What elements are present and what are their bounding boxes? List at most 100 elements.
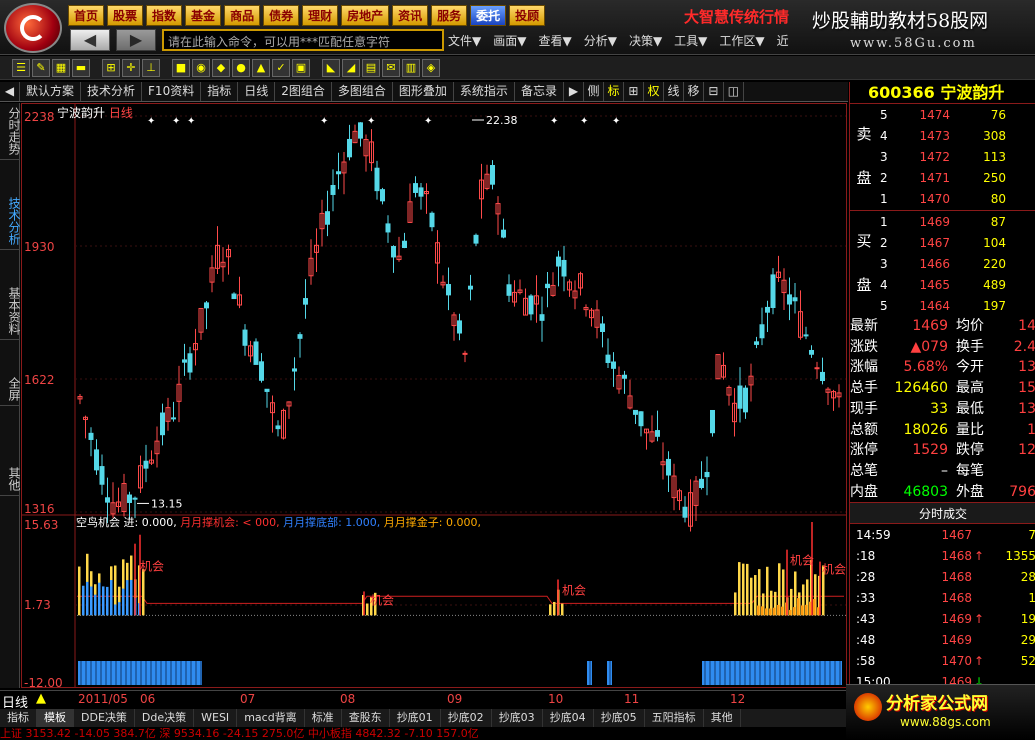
bottom-tab-2[interactable]: DDE决策 [74, 709, 135, 727]
toolbar-tool-icon[interactable]: ◆ [212, 59, 230, 77]
nav-button-8[interactable]: 资讯 [392, 5, 429, 26]
nav-button-6[interactable]: 理财 [302, 5, 339, 26]
tick-list: 14:59 1467 7:18 1468 ↑ 1355:28 1468 28:33 1468 1:… [850, 525, 1035, 689]
forward-button[interactable]: ▶ [116, 29, 156, 51]
left-tab-4[interactable]: 其他 [0, 463, 21, 496]
toolbar-tool-icon[interactable]: ▬ [72, 59, 90, 77]
nav-button-3[interactable]: 基金 [185, 5, 222, 26]
toolbar-tool-icon[interactable]: ⊥ [142, 59, 160, 77]
bottom-tab-3[interactable]: Dde决策 [135, 709, 195, 727]
toolbar-tool-icon[interactable]: ⊞ [102, 59, 120, 77]
bottom-tab-12[interactable]: 抄底05 [594, 709, 645, 727]
nav-button-5[interactable]: 债券 [263, 5, 300, 26]
quote-value: 5.68% [903, 359, 948, 376]
bottom-tab-8[interactable]: 抄底01 [390, 709, 441, 727]
side-tab-4[interactable]: 线 [664, 82, 684, 101]
menu-item-2[interactable]: 查看▼ [538, 32, 571, 49]
toolbar-tool-icon[interactable]: ▥ [402, 59, 420, 77]
left-tab-3[interactable]: 全屏 [0, 373, 21, 406]
toolbar-tool-icon[interactable]: ☰ [12, 59, 30, 77]
toolbar-tool-icon[interactable]: ✉ [382, 59, 400, 77]
quote-value: – [941, 462, 948, 479]
ticks-title[interactable]: 分时成交 [850, 502, 1035, 524]
toolbar-tool-icon[interactable]: ✓ [272, 59, 290, 77]
quote-value-2: 12 [1018, 442, 1035, 459]
nav-button-9[interactable]: 服务 [431, 5, 468, 26]
ad-banner[interactable]: 分析家公式网 www.88gs.com [846, 684, 1035, 740]
candle-body [457, 320, 462, 334]
bottom-tab-10[interactable]: 抄底03 [492, 709, 543, 727]
chart-tab-7[interactable]: 图形叠加 [393, 82, 454, 101]
indicator-item-3: 月月撑金子: 0.000, [383, 516, 481, 529]
chart-tab-3[interactable]: 指标 [201, 82, 239, 101]
arrow-left-icon[interactable]: ◀ [0, 82, 20, 101]
side-tab-2[interactable]: ⊞ [624, 82, 644, 101]
bottom-tab-1[interactable]: 模板 [37, 709, 74, 727]
bottom-tab-13[interactable]: 五阳指标 [645, 709, 704, 727]
toolbar-tool-icon[interactable]: ◣ [322, 59, 340, 77]
chart-tab-9[interactable]: 备忘录 [515, 82, 564, 101]
toolbar-tool-icon[interactable]: ◉ [192, 59, 210, 77]
menu-item-3[interactable]: 分析▼ [584, 32, 617, 49]
chart-tab-4[interactable]: 日线 [238, 82, 276, 101]
nav-button-10[interactable]: 委托 [470, 5, 507, 26]
triangle-up-icon[interactable]: ▲ [36, 691, 46, 706]
indicator-bar [130, 579, 133, 616]
menu-item-7[interactable]: 近 [777, 32, 789, 49]
side-tab-7[interactable]: ◫ [724, 82, 744, 101]
command-input[interactable]: 请在此输入命令，可以用***匹配任意字符 [162, 29, 444, 51]
app-logo[interactable] [4, 3, 62, 53]
back-button[interactable]: ◀ [70, 29, 110, 51]
bottom-tab-11[interactable]: 抄底04 [543, 709, 594, 727]
bottom-tab-4[interactable]: WESI [194, 709, 238, 727]
side-tab-5[interactable]: 移 [684, 82, 704, 101]
side-tab-1[interactable]: 标 [604, 82, 624, 101]
arrow-right-icon[interactable]: ▶ [564, 82, 584, 101]
left-tab-0[interactable]: 分时走势 [0, 103, 21, 160]
side-tab-0[interactable]: 侧 [584, 82, 604, 101]
bottom-tab-9[interactable]: 抄底02 [441, 709, 492, 727]
menu-item-1[interactable]: 画面▼ [493, 32, 526, 49]
menu-item-4[interactable]: 决策▼ [629, 32, 662, 49]
nav-button-1[interactable]: 股票 [107, 5, 144, 26]
side-tab-3[interactable]: 权 [644, 82, 664, 101]
toolbar-tool-icon[interactable]: ◢ [342, 59, 360, 77]
left-tab-1[interactable]: 技术分析 [0, 193, 21, 250]
buy-level: 5 [880, 299, 888, 313]
kline-chart[interactable]: 2238 1930 1622 1316 15.63 1.73 -12.00 22.38 13.1… [21, 103, 847, 688]
menu-item-0[interactable]: 文件▼ [448, 32, 481, 49]
chart-tab-2[interactable]: F10资料 [142, 82, 202, 101]
bottom-tab-5[interactable]: macd背离 [237, 709, 305, 727]
chart-tab-6[interactable]: 多图组合 [332, 82, 393, 101]
candle-body [358, 122, 363, 139]
toolbar-tool-icon[interactable]: ▦ [52, 59, 70, 77]
toolbar-tool-icon[interactable]: ▲ [252, 59, 270, 77]
toolbar-tool-icon[interactable]: ◈ [422, 59, 440, 77]
chart-tab-8[interactable]: 系统指示 [454, 82, 515, 101]
toolbar-tool-icon[interactable]: ▣ [292, 59, 310, 77]
left-tab-2[interactable]: 基本资料 [0, 283, 21, 340]
nav-button-11[interactable]: 投顾 [509, 5, 546, 26]
toolbar-tool-icon[interactable]: ● [232, 59, 250, 77]
bottom-tab-6[interactable]: 标准 [305, 709, 342, 727]
toolbar-tool-icon[interactable]: ▤ [362, 59, 380, 77]
chart-tab-5[interactable]: 2图组合 [275, 82, 332, 101]
side-tab-6[interactable]: ⊟ [704, 82, 724, 101]
menu-item-5[interactable]: 工具▼ [674, 32, 707, 49]
price-axis-label: 1316 [24, 502, 55, 516]
toolbar-tool-icon[interactable]: ✛ [122, 59, 140, 77]
menu-item-6[interactable]: 工作区▼ [719, 32, 764, 49]
nav-button-0[interactable]: 首页 [68, 5, 105, 26]
bottom-tab-14[interactable]: 其他 [704, 709, 741, 727]
bottom-tab-0[interactable]: 指标 [0, 709, 37, 727]
chart-tab-1[interactable]: 技术分析 [81, 82, 143, 101]
nav-button-7[interactable]: 房地产 [341, 5, 390, 26]
toolbar-tool-icon[interactable]: ✎ [32, 59, 50, 77]
nav-button-4[interactable]: 商品 [224, 5, 261, 26]
chart-tab-0[interactable]: 默认方案 [20, 82, 82, 101]
sell-volume: 80 [990, 192, 1006, 206]
nav-button-2[interactable]: 指数 [146, 5, 183, 26]
candle-body [605, 354, 611, 363]
bottom-tab-7[interactable]: 查股东 [342, 709, 390, 727]
toolbar-tool-icon[interactable]: ■ [172, 59, 190, 77]
